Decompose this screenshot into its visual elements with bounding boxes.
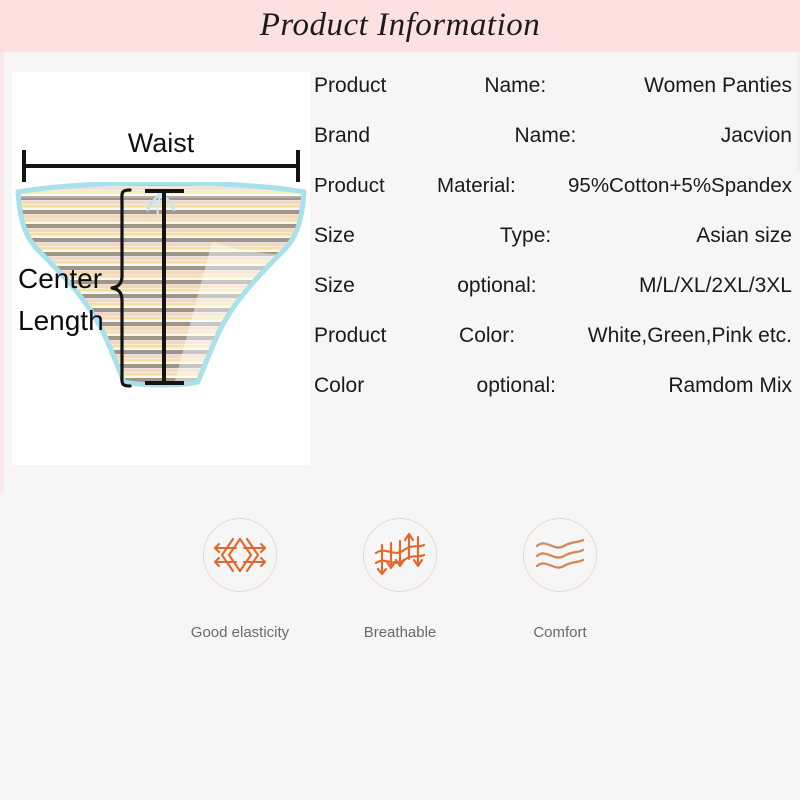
row-field: Type: (499, 224, 552, 247)
row-field: Name: (484, 74, 547, 97)
row-label: Brand (314, 124, 371, 147)
table-row: Color optional: Ramdom Mix (314, 374, 792, 424)
table-row: Product Material: 95%Cotton+5%Spandex (314, 174, 792, 224)
row-value: White,Green,Pink etc. (587, 324, 792, 347)
table-row: Product Name: Women Panties (314, 74, 792, 124)
row-value: Ramdom Mix (668, 374, 792, 397)
row-field: Material: (437, 174, 516, 197)
elasticity-arrows-icon (213, 537, 267, 573)
center-length-brace-icon (110, 188, 132, 388)
feature-good-elasticity: Good elasticity (160, 518, 320, 641)
row-value: Jacvion (720, 124, 792, 147)
center-length-label-line1: Center (18, 263, 103, 294)
feature-list: Good elasticity Breathable Comfort (160, 518, 640, 641)
feature-circle (203, 518, 277, 592)
feature-comfort: Comfort (480, 518, 640, 641)
row-field: optional: (457, 274, 537, 297)
waist-label: Waist (127, 128, 195, 158)
table-row: Size optional: M/L/XL/2XL/3XL (314, 274, 792, 324)
row-value: M/L/XL/2XL/3XL (639, 274, 792, 297)
feature-circle (523, 518, 597, 592)
row-label: Size (314, 274, 355, 297)
feature-label: Breathable (363, 624, 437, 641)
row-label: Color (314, 374, 365, 397)
row-value: Women Panties (644, 74, 792, 97)
center-length-dimension-line (162, 189, 166, 385)
center-length-label: Center Length (18, 258, 104, 342)
page-title: Product Information (259, 7, 541, 43)
waist-dimension-line (22, 164, 300, 168)
row-label: Product (314, 74, 387, 97)
product-information-page: Product Information Waist Center Length … (0, 0, 800, 800)
center-length-label-line2: Length (18, 305, 104, 336)
comfort-waves-icon (535, 538, 585, 569)
feature-circle (363, 518, 437, 592)
table-row: Product Color: White,Green,Pink etc. (314, 324, 792, 374)
waist-cap-left (22, 150, 26, 182)
row-field: optional: (476, 374, 556, 397)
row-field: Color: (459, 324, 516, 347)
row-label: Product (314, 324, 387, 347)
feature-label: Good elasticity (190, 624, 290, 641)
row-label: Product (314, 174, 385, 197)
waist-cap-right (296, 150, 300, 182)
left-edge-strip (0, 52, 4, 492)
table-row: Size Type: Asian size (314, 224, 792, 274)
center-length-cap-bottom (145, 381, 184, 385)
row-value: Asian size (696, 224, 792, 247)
feature-breathable: Breathable (320, 518, 480, 641)
product-info-table: Product Name: Women Panties Brand Name: … (314, 74, 792, 424)
center-length-cap-top (145, 189, 184, 193)
product-photo-card: Waist Center Length (12, 72, 310, 465)
row-value: 95%Cotton+5%Spandex (568, 174, 792, 197)
feature-label: Comfort (533, 624, 587, 641)
breathable-airflow-icon (374, 532, 426, 576)
row-field: Name: (514, 124, 577, 147)
row-label: Size (314, 224, 355, 247)
product-photo: Waist Center Length (12, 72, 310, 465)
table-row: Brand Name: Jacvion (314, 124, 792, 174)
